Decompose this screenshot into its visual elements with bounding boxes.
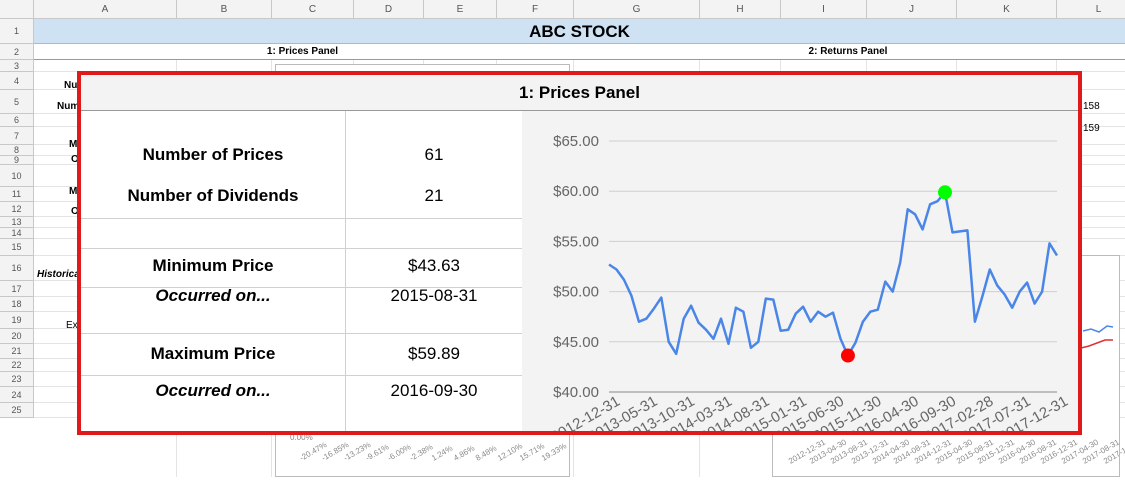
column-header-l[interactable]: L [1057,0,1125,19]
stat-label-min-occurred-on: Occurred on... [155,286,271,305]
prices-panel-popup: 1: Prices Panel Number of Prices 61 Numb… [77,71,1082,446]
row-header-1[interactable]: 1 [0,19,34,44]
row-header-4[interactable]: 4 [0,72,34,90]
row-divider [81,375,522,376]
row-header-15[interactable]: 15 [0,239,34,256]
stat-value-max-date: 2016-09-30 [390,381,478,400]
row-header-6[interactable]: 6 [0,114,34,127]
bg-returns-red-line [1080,339,1113,349]
stat-label-number-of-prices: Number of Prices [142,145,284,164]
column-header-a[interactable]: A [34,0,177,19]
stat-value-maximum-price: $59.89 [408,344,460,363]
column-header-j[interactable]: J [867,0,957,19]
bg-hist-tick-label: 4.86% [452,443,477,463]
min-price-marker [840,348,855,363]
cell-a17-text[interactable]: Ex [66,320,78,331]
row-header-18[interactable]: 18 [0,297,34,312]
row-header-9[interactable]: 9 [0,156,34,165]
column-header-h[interactable]: H [700,0,781,19]
cell-a5-text[interactable]: Num [57,101,79,112]
row-header-3[interactable]: 3 [0,60,34,72]
price-line-chart-svg: $40.00$45.00$50.00$55.00$60.00$65.002012… [548,133,1071,446]
row-header-10[interactable]: 10 [0,165,34,187]
stat-label-minimum-price: Minimum Price [152,256,274,275]
row-header-21[interactable]: 21 [0,344,34,359]
select-all-corner[interactable] [0,0,34,19]
column-header-b[interactable]: B [177,0,272,19]
y-tick-label: $50.00 [553,284,599,301]
row-header-14[interactable]: 14 [0,228,34,239]
row-header-12[interactable]: 12 [0,202,34,217]
cell-a15-text[interactable]: Historica [37,269,80,280]
row-divider [81,218,522,219]
bg-hist-tick-label: 8.48% [474,443,499,463]
column-header-i[interactable]: I [781,0,867,19]
y-tick-label: $45.00 [553,334,599,351]
row-header-13[interactable]: 13 [0,217,34,228]
cell-a4-text[interactable]: Nu [64,80,77,91]
y-tick-label: $55.00 [553,233,599,250]
y-tick-label: $60.00 [553,183,599,200]
bg-hist-tick-label: -2.38% [408,442,435,463]
prices-panel-title: 1: Prices Panel [81,75,1078,111]
stat-label-maximum-price: Maximum Price [150,344,276,363]
bg-returns-blue-line [1082,325,1114,333]
row-header-17[interactable]: 17 [0,281,34,297]
cell-l6-text[interactable]: 159 [1083,123,1100,134]
row-header-20[interactable]: 20 [0,329,34,344]
row-header-19[interactable]: 19 [0,312,34,329]
row-header-11[interactable]: 11 [0,187,34,202]
row-header-2[interactable]: 2 [0,44,34,60]
column-header-k[interactable]: K [957,0,1057,19]
y-tick-label: $65.00 [553,133,599,150]
stat-value-min-date: 2015-08-31 [390,286,478,305]
stat-label-max-occurred-on: Occurred on... [155,381,271,400]
price-chart[interactable]: $40.00 $45.00 $50.00 $55.00 $60.00 $65.00 2012… [522,111,1078,446]
column-header-f[interactable]: F [497,0,574,19]
row-header-23[interactable]: 23 [0,372,34,387]
column-header-c[interactable]: C [272,0,354,19]
row-header-5[interactable]: 5 [0,90,34,114]
row-header-7[interactable]: 7 [0,127,34,145]
row-header-22[interactable]: 22 [0,359,34,372]
column-header-d[interactable]: D [354,0,424,19]
cell-l5-text[interactable]: 158 [1083,101,1100,112]
prices-panel-header-cell[interactable]: 1: Prices Panel [34,44,571,60]
row-header-25[interactable]: 25 [0,403,34,418]
bg-hist-tick-label: -6.00% [386,442,413,463]
y-tick-label: $40.00 [553,384,599,401]
stat-value-number-of-dividends: 21 [424,186,444,205]
price-line [608,191,1059,357]
bg-hist-tick-label: 1.24% [430,443,455,463]
column-header-g[interactable]: G [574,0,700,19]
stat-value-minimum-price: $43.63 [408,256,460,275]
row-header-24[interactable]: 24 [0,387,34,403]
stat-label-number-of-dividends: Number of Dividends [127,186,299,205]
stat-value-number-of-prices: 61 [424,145,444,164]
sheet-title-cell[interactable]: ABC STOCK [34,19,1125,44]
row-header-16[interactable]: 16 [0,256,34,281]
bg-hist-tick-label: 19.33% [540,441,569,463]
returns-panel-header-cell[interactable]: 2: Returns Panel [571,44,1125,60]
row-divider [81,333,522,334]
column-header-e[interactable]: E [424,0,497,19]
max-price-marker [938,185,952,200]
row-divider [81,248,522,249]
